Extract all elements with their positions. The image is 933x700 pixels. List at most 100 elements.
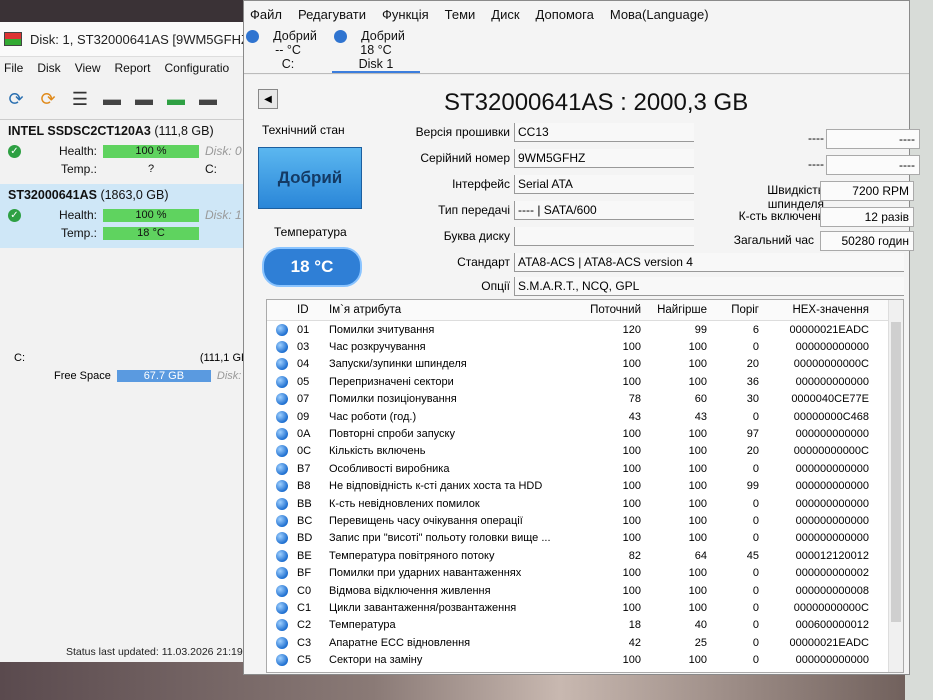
table-cell: Запуски/зупинки шпинделя	[329, 358, 467, 371]
table-cell: 6	[752, 323, 759, 336]
table-cell: 120	[622, 323, 641, 336]
disk-name: ST32000641AS	[8, 188, 97, 202]
table-cell: 40	[694, 619, 707, 632]
table-cell: 99	[694, 323, 707, 336]
table-cell: 0	[752, 532, 759, 545]
table-row[interactable]: 09 Час роботи (год.) 43 43 0 00000000C468	[267, 408, 903, 425]
table-cell: 00000021EADC	[789, 323, 869, 336]
menu-file[interactable]: Файл	[250, 7, 282, 22]
tab-disk-c[interactable]: Добрий -- °C C:	[244, 27, 332, 73]
table-row[interactable]: 07 Помилки позиціонування 78 60 30 0000040CE7…	[267, 391, 903, 408]
table-row[interactable]: BB К-сть невідновлених помилок 100 100 0 0000…	[267, 495, 903, 512]
menu-help[interactable]: Допомога	[536, 7, 594, 22]
table-row[interactable]: 01 Помилки зчитування 120 99 6 00000021EADC	[267, 321, 903, 338]
menu-edit[interactable]: Редагувати	[298, 7, 366, 22]
table-cell: 100	[688, 584, 707, 597]
table-cell: 01	[297, 323, 310, 336]
table-row[interactable]: C6Невиправні помилки секторів10010000000…	[267, 669, 903, 673]
table-cell: Не відповідність к-сті даних хоста та HD…	[329, 480, 543, 493]
health-bar: 100 %	[103, 208, 199, 222]
table-row[interactable]: BC Перевищень часу очікування операції 100…	[267, 512, 903, 529]
table-header: ID Ім`я атрибута Поточний Найгірше Поріг…	[267, 300, 903, 321]
col-threshold[interactable]: Поріг	[707, 304, 759, 316]
disk-tabs: Добрий -- °C C: Добрий 18 °C Disk 1	[244, 27, 909, 74]
table-cell: 09	[297, 410, 310, 423]
menu-themes[interactable]: Теми	[445, 7, 476, 22]
menu-language[interactable]: Мова(Language)	[610, 7, 709, 22]
table-row[interactable]: 0C Кількість включень 100 100 20 00000000000C	[267, 443, 903, 460]
table-cell: 000600000012	[795, 619, 869, 632]
free-space-bar: 67.7 GB	[116, 370, 211, 382]
table-scrollbar[interactable]	[888, 300, 903, 672]
back-arrow-icon[interactable]: ◀	[258, 89, 278, 109]
table-cell: Повторні спроби запуску	[329, 428, 455, 441]
table-row[interactable]: C5 Сектори на заміну 100 100 0 000000000000	[267, 651, 903, 668]
transfer-value: ---- | SATA/600	[514, 201, 694, 220]
table-cell: 100	[622, 584, 641, 597]
table-row[interactable]: C3 Апаратне ECC відновлення 42 25 0 00000021E…	[267, 634, 903, 651]
table-cell: 0	[752, 601, 759, 614]
table-cell: BF	[297, 567, 312, 580]
table-row[interactable]: B7 Особливості виробника 100 100 0 0000000000…	[267, 460, 903, 477]
disk-info-panel: ◀ ST32000641AS : 2000,3 GB Технічний ста…	[244, 75, 920, 674]
left-menu-report[interactable]: Report	[114, 61, 150, 75]
scrollbar-thumb[interactable]	[891, 322, 901, 622]
left-menu-file[interactable]: File	[4, 61, 23, 75]
table-row[interactable]: B8 Не відповідність к-сті даних хоста та …	[267, 478, 903, 495]
status-bar: Status last updated: 11.03.2026 21:19:38	[66, 646, 258, 658]
col-id[interactable]: ID	[297, 304, 329, 316]
table-row[interactable]: C0 Відмова відключення живлення 100 100 0 000…	[267, 582, 903, 599]
smart-attributes-table[interactable]: ID Ім`я атрибута Поточний Найгірше Поріг…	[266, 299, 904, 673]
temp-bar: 18 °C	[103, 226, 199, 240]
refresh-all-icon[interactable]: ⟳	[36, 87, 60, 111]
disk-model-title: ST32000641AS : 2000,3 GB	[444, 89, 749, 116]
disk-size: (1863,0 GB)	[100, 188, 169, 202]
table-cell: C0	[297, 584, 312, 597]
left-menu-view[interactable]: View	[75, 61, 101, 75]
status-dot-icon	[276, 584, 288, 597]
table-cell: Апаратне ECC відновлення	[329, 636, 471, 649]
table-cell: 0A	[297, 428, 311, 441]
table-row[interactable]: 0A Повторні спроби запуску 100 100 97 0000000…	[267, 425, 903, 442]
table-row[interactable]: 05 Перепризначені сектори 100 100 36 00000000…	[267, 373, 903, 390]
table-cell: 100	[622, 445, 641, 458]
disk-check-icon[interactable]: ▬	[164, 87, 188, 111]
drive-letter: C:	[205, 162, 217, 176]
refresh-icon[interactable]: ⟳	[4, 87, 28, 111]
col-name[interactable]: Ім`я атрибута	[329, 304, 579, 316]
menu-function[interactable]: Функція	[382, 7, 429, 22]
table-row[interactable]: 04 Запуски/зупинки шпинделя 100 100 20 000000…	[267, 356, 903, 373]
table-row[interactable]: C2 Температура 18 40 0 000600000012	[267, 617, 903, 634]
table-cell: 100	[688, 445, 707, 458]
col-worst[interactable]: Найгірше	[641, 304, 707, 316]
table-row[interactable]: C1 Цикли завантаження/розвантаження 100 100…	[267, 599, 903, 616]
table-cell: C6	[297, 672, 329, 673]
disk-clock-icon[interactable]: ▬	[132, 87, 156, 111]
table-row[interactable]: BD Запис при "висоті" польоту головки вищ…	[267, 530, 903, 547]
health-status-button[interactable]: Добрий	[258, 147, 362, 209]
right-field-1-label: ----	[808, 131, 824, 145]
table-cell: 0	[752, 341, 759, 354]
tab-disk-1[interactable]: Добрий 18 °C Disk 1	[332, 27, 420, 73]
left-menu-disk[interactable]: Disk	[37, 61, 60, 75]
table-cell: 64	[694, 549, 707, 562]
table-cell: C5	[297, 654, 312, 667]
left-window-titlebar[interactable]: Disk: 1, ST32000641AS [9WM5GFHZ] -	[0, 22, 262, 57]
right-field-2-value: ----	[826, 155, 920, 175]
drive-letter-label: Буква диску	[443, 229, 510, 243]
table-row[interactable]: BF Помилки при ударних навантаженнях 100 10…	[267, 564, 903, 581]
check-icon: ✓	[8, 144, 21, 158]
list-icon[interactable]: ☰	[68, 87, 92, 111]
table-row[interactable]: 03 Час розкручування 100 100 0 000000000000	[267, 338, 903, 355]
left-menu-configuration[interactable]: Configuratio	[165, 61, 230, 75]
disk-search-icon[interactable]: ▬	[196, 87, 220, 111]
menu-disk[interactable]: Диск	[491, 7, 519, 22]
table-cell: 07	[297, 393, 310, 406]
disk-entry-0[interactable]: INTEL SSDSC2CT120A3 (111,8 GB) ✓ Health:…	[0, 120, 262, 184]
col-current[interactable]: Поточний	[579, 304, 641, 316]
disk-entry-1[interactable]: ST32000641AS (1863,0 GB) ✓ Health: 100 %…	[0, 184, 262, 248]
disk-icon[interactable]: ▬	[100, 87, 124, 111]
table-cell: Запис при "висоті" польоту головки вище …	[329, 532, 551, 545]
table-row[interactable]: BE Температура повітряного потоку 82 64 45 00…	[267, 547, 903, 564]
col-hex[interactable]: HEX-значення	[759, 304, 869, 316]
